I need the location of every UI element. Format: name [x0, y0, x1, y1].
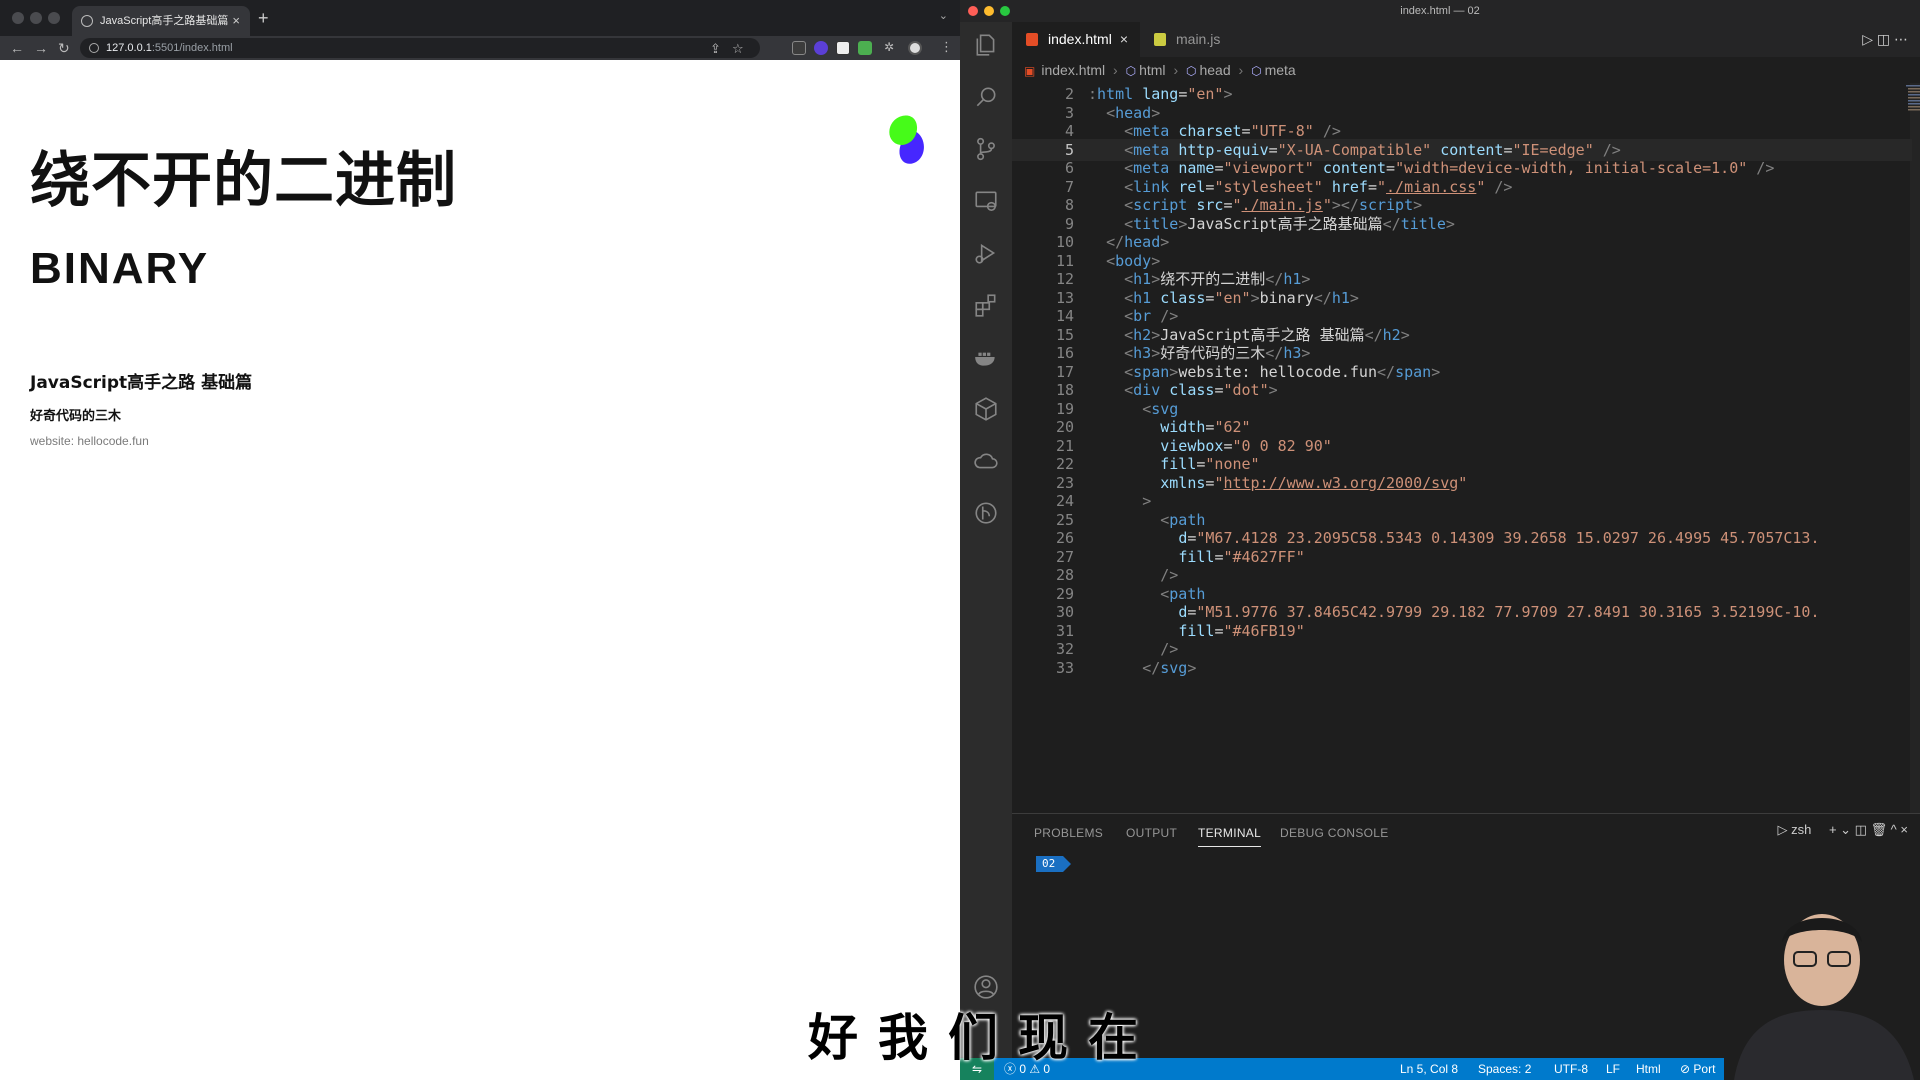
- vscode-close-dot[interactable]: [968, 6, 978, 16]
- tab-close-icon[interactable]: ×: [232, 6, 240, 36]
- tab-index-html[interactable]: index.html ×: [1012, 22, 1140, 57]
- panel-tab-debug-console[interactable]: DEBUG CONSOLE: [1280, 826, 1389, 840]
- panel-toolbar: ▷ zsh + ⌄ ◫ 🗑 ^ ×: [1778, 822, 1909, 838]
- dot-logo: [880, 112, 930, 171]
- breadcrumb: ▣ index.html › ⬡ html › ⬡ head › ⬡ meta: [1012, 57, 1920, 83]
- tab-main-js[interactable]: main.js: [1140, 22, 1260, 57]
- breadcrumb-item[interactable]: html: [1139, 62, 1165, 78]
- chevron-right-icon: ›: [1238, 62, 1244, 78]
- html-file-icon: ▣: [1024, 64, 1036, 78]
- extension-f-icon[interactable]: [792, 41, 806, 55]
- panel-tab-output[interactable]: OUTPUT: [1126, 826, 1177, 840]
- docker-icon[interactable]: [973, 344, 999, 370]
- symbol-icon: ⬡: [1251, 64, 1262, 78]
- code-editor[interactable]: 2:html lang="en"> 3 <head> 4 <meta charset…: [1012, 83, 1920, 813]
- symbol-icon: ⬡: [1186, 64, 1197, 78]
- cursor-position[interactable]: Ln 5, Col 8: [1400, 1058, 1458, 1080]
- activity-bar: [960, 22, 1012, 1058]
- blob-logo-icon: [889, 115, 924, 164]
- code-text: </svg>: [1142, 658, 1197, 677]
- forward-icon[interactable]: →: [34, 38, 48, 58]
- browser-window: JavaScript高手之路基础篇 × + ⌄ ← → ↻ 127.0.0.1:…: [0, 0, 960, 1080]
- extension-image-icon[interactable]: [858, 41, 872, 55]
- run-debug-icon[interactable]: [973, 240, 999, 266]
- panel-tab-terminal[interactable]: TERMINAL: [1198, 826, 1262, 847]
- browser-tab-strip: JavaScript高手之路基础篇 × + ⌄: [0, 0, 960, 36]
- new-tab-button[interactable]: +: [258, 6, 269, 30]
- source-control-icon[interactable]: [973, 136, 999, 162]
- account-icon[interactable]: [973, 974, 999, 1000]
- page-website: website: hellocode.fun: [30, 434, 149, 448]
- browser-tab-title: JavaScript高手之路基础篇: [100, 15, 229, 27]
- panel-tab-problems[interactable]: PROBLEMS: [1034, 826, 1103, 840]
- browser-toolbar: ← → ↻ 127.0.0.1:5501/index.html ⇪ ☆ ✲ ⋮: [0, 36, 960, 60]
- window-close-dot[interactable]: [12, 12, 24, 24]
- profile-avatar-icon[interactable]: [908, 41, 922, 55]
- page-author: 好奇代码的三木: [30, 409, 122, 424]
- browser-tab-active[interactable]: JavaScript高手之路基础篇 ×: [72, 6, 250, 36]
- extensions-icon[interactable]: [973, 292, 999, 318]
- line-number: 33: [1055, 658, 1074, 677]
- bookmark-star-icon[interactable]: ☆: [732, 39, 744, 59]
- package-icon[interactable]: [973, 396, 999, 422]
- panel-actions[interactable]: + ⌄ ◫ 🗑 ^ ×: [1829, 822, 1908, 837]
- globe-icon: [81, 15, 93, 27]
- language-mode[interactable]: Html: [1636, 1058, 1661, 1080]
- window-minimize-dot[interactable]: [30, 12, 42, 24]
- video-subtitle: 好我们现在: [808, 1009, 1158, 1067]
- encoding[interactable]: UTF-8: [1554, 1058, 1588, 1080]
- extension-purple-icon[interactable]: [814, 41, 828, 55]
- page-subheading: JavaScript高手之路 基础篇: [30, 373, 253, 393]
- terminal-shell-name[interactable]: zsh: [1791, 822, 1811, 837]
- share-icon[interactable]: ⇪: [710, 39, 721, 59]
- back-icon[interactable]: ←: [10, 38, 24, 58]
- url-host: 127.0.0.1: [106, 42, 152, 54]
- page-heading-en: binary: [30, 244, 210, 293]
- browser-menu-icon[interactable]: ⋮: [940, 37, 953, 57]
- extension-notion-icon[interactable]: [836, 41, 850, 55]
- breadcrumb-item[interactable]: index.html: [1041, 62, 1105, 78]
- explorer-icon[interactable]: [973, 32, 999, 58]
- terminal-icon: ▷: [1777, 822, 1792, 837]
- js-file-icon: [1154, 33, 1166, 46]
- address-bar[interactable]: 127.0.0.1:5501/index.html ⇪ ☆: [80, 38, 760, 58]
- git-graph-icon[interactable]: [973, 500, 999, 526]
- reload-icon[interactable]: ↻: [58, 38, 70, 58]
- vscode-title-bar: index.html — 02: [960, 0, 1920, 22]
- cloud-icon[interactable]: [973, 448, 999, 474]
- symbol-icon: ⬡: [1125, 64, 1137, 78]
- tab-label: main.js: [1176, 31, 1221, 47]
- code-line[interactable]: 33 </svg>: [1012, 657, 1912, 680]
- chevron-right-icon: ›: [1173, 62, 1179, 78]
- window-zoom-dot[interactable]: [48, 12, 60, 24]
- line-ending[interactable]: LF: [1606, 1058, 1620, 1080]
- breadcrumb-item[interactable]: head: [1199, 62, 1230, 78]
- webcam-overlay: [1724, 900, 1920, 1080]
- breadcrumb-item[interactable]: meta: [1265, 62, 1296, 78]
- search-icon[interactable]: [973, 84, 999, 110]
- tab-search-icon[interactable]: ⌄: [939, 9, 948, 22]
- port-status[interactable]: ⊘ Port: [1680, 1058, 1715, 1080]
- editor-actions[interactable]: ▷ ◫ ⋯: [1862, 22, 1908, 57]
- remote-explorer-icon[interactable]: [973, 188, 999, 214]
- page-viewport: 绕不开的二进制 binary JavaScript高手之路 基础篇 好奇代码的三…: [0, 60, 960, 1080]
- vscode-minimize-dot[interactable]: [984, 6, 994, 16]
- page-heading-cn: 绕不开的二进制: [30, 146, 457, 216]
- terminal-prompt-badge: 02: [1036, 856, 1072, 872]
- vscode-window-title: index.html — 02: [1400, 5, 1480, 17]
- indentation[interactable]: Spaces: 2: [1478, 1058, 1531, 1080]
- tab-close-icon[interactable]: ×: [1120, 22, 1128, 57]
- tab-label: index.html: [1048, 31, 1112, 47]
- html-file-icon: [1026, 33, 1038, 46]
- vscode-zoom-dot[interactable]: [1000, 6, 1010, 16]
- site-info-icon[interactable]: [89, 43, 99, 53]
- url-path: :5501/index.html: [151, 42, 233, 54]
- editor-tabs: index.html × main.js ▷ ◫ ⋯: [1012, 22, 1920, 57]
- chevron-right-icon: ›: [1113, 62, 1118, 78]
- extensions-puzzle-icon[interactable]: ✲: [884, 37, 894, 57]
